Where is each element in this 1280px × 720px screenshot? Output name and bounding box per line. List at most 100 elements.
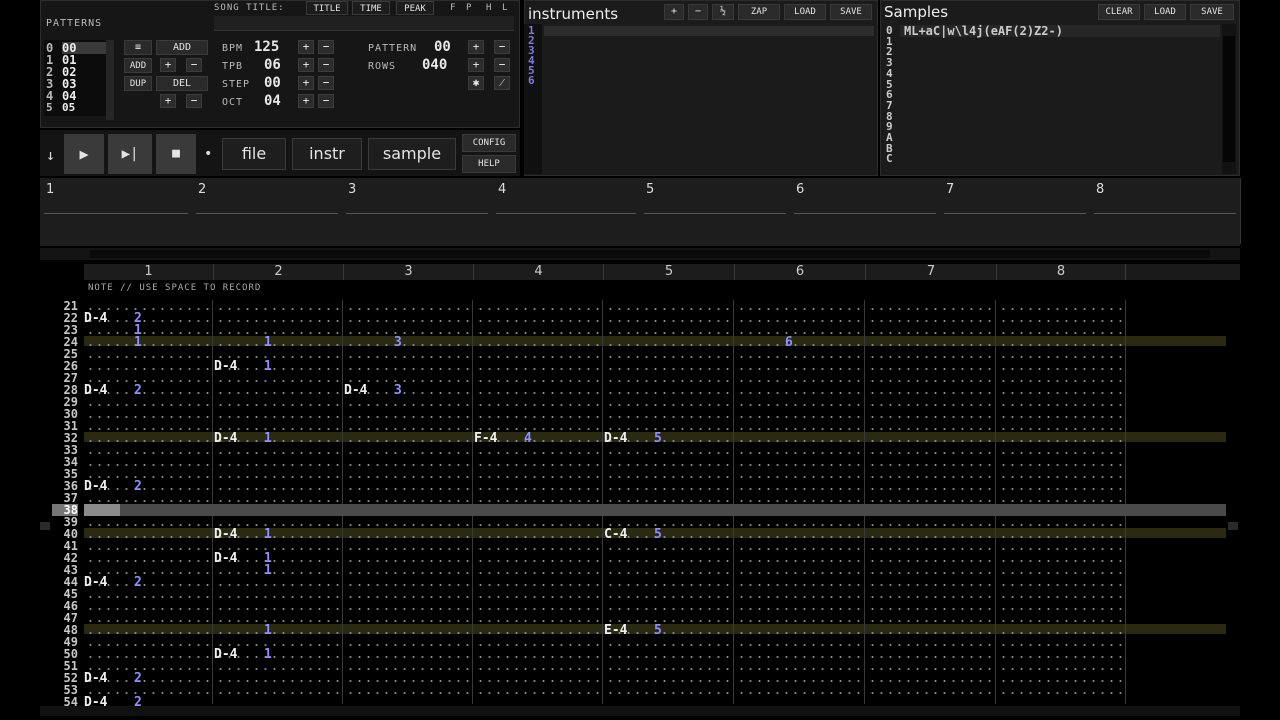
editor-bottom-scrollbar[interactable] [40, 706, 1240, 716]
follow-arrow-icon[interactable]: ↓ [46, 146, 55, 164]
tpb-minus[interactable]: − [318, 58, 334, 72]
pattern-num-minus[interactable]: − [494, 40, 510, 54]
note-cell[interactable]: D-4 [84, 576, 107, 589]
track-lane-7[interactable]: 7 [940, 178, 1091, 244]
column-header-6[interactable]: 6 [735, 264, 866, 280]
note-cell[interactable]: E-4 [604, 624, 627, 637]
note-cell[interactable]: D-4 [214, 360, 237, 373]
pattern-order-minus-button[interactable]: − [186, 94, 202, 108]
pattern-item[interactable]: 05 [62, 102, 106, 114]
column-header-3[interactable]: 3 [344, 264, 474, 280]
note-cell[interactable]: D-4 [214, 648, 237, 661]
note-cell[interactable]: D-4 [214, 552, 237, 565]
note-cell[interactable]: D-4 [84, 312, 107, 325]
pattern-channel-3[interactable] [344, 300, 472, 704]
editor-scroll-right-icon[interactable] [1228, 522, 1238, 530]
note-cell[interactable]: D-4 [604, 432, 627, 445]
pattern-channel-7[interactable] [866, 300, 994, 704]
track-lane-4[interactable]: 4 [492, 178, 641, 244]
samples-save-button[interactable]: SAVE [1190, 4, 1234, 20]
note-cell[interactable]: D-4 [84, 384, 107, 397]
editor-scroll-left-icon[interactable] [40, 522, 50, 530]
stop-button[interactable]: ■ [156, 134, 196, 174]
column-header-1[interactable]: 1 [84, 264, 214, 280]
pattern-add-button[interactable]: ADD [156, 40, 208, 55]
note-cell[interactable]: F-4 [474, 432, 497, 445]
instrument-add-button[interactable]: + [664, 4, 684, 20]
instrument-cell[interactable]: 1 [264, 360, 272, 373]
instrument-selected-row[interactable] [544, 26, 874, 36]
pattern-channel-1[interactable] [84, 300, 212, 704]
pattern-channel-8[interactable] [997, 300, 1123, 704]
pattern-minus-button[interactable]: − [186, 58, 202, 72]
horizontal-scroll-thumb[interactable] [90, 250, 1210, 258]
samples-clear-button[interactable]: CLEAR [1098, 4, 1140, 20]
bpm-minus[interactable]: − [318, 40, 334, 54]
sample-name[interactable]: ML+aC|w\l4j(eAF(2)Z2-) [904, 24, 1063, 38]
pattern-plus-button[interactable]: + [160, 58, 176, 72]
note-cell[interactable]: D-4 [344, 384, 367, 397]
rows-minus[interactable]: − [494, 58, 510, 72]
flag-p[interactable]: P [466, 3, 472, 13]
rows-plus[interactable]: + [468, 58, 484, 72]
instrument-cell[interactable]: 4 [524, 432, 532, 445]
note-cell[interactable]: D-4 [84, 672, 107, 685]
instrument-cell[interactable]: 5 [654, 624, 662, 637]
track-lane-1[interactable]: 1 [40, 178, 193, 244]
instrument-cell[interactable]: 1 [264, 564, 272, 577]
oct-minus[interactable]: − [318, 94, 334, 108]
note-cell[interactable]: D-4 [84, 480, 107, 493]
pattern-order-plus-button[interactable]: + [160, 94, 176, 108]
sample-button[interactable]: sample [368, 138, 456, 170]
column-header-8[interactable]: 8 [997, 264, 1126, 280]
star-button[interactable]: ✱ [468, 76, 484, 90]
track-lane-5[interactable]: 5 [640, 178, 791, 244]
track-lane-2[interactable]: 2 [192, 178, 343, 244]
note-cell[interactable]: D-4 [214, 528, 237, 541]
track-lane-6[interactable]: 6 [790, 178, 941, 244]
track-lane-8[interactable]: 8 [1090, 178, 1241, 244]
instrument-cell[interactable]: 2 [134, 576, 142, 589]
instrument-cell[interactable]: 2 [134, 384, 142, 397]
oct-plus[interactable]: + [298, 94, 314, 108]
pattern-list-scrollbar[interactable] [106, 40, 114, 120]
song-tab-peak[interactable]: PEAK [396, 1, 434, 15]
song-tab-time[interactable]: TIME [352, 1, 390, 15]
column-header-2[interactable]: 2 [214, 264, 344, 280]
instrument-zap-button[interactable]: ZAP [738, 4, 780, 20]
cursor-cell[interactable] [84, 504, 120, 516]
slash-button[interactable]: ⁄ [494, 76, 510, 90]
flag-h[interactable]: H [486, 3, 492, 13]
pattern-add-new-button[interactable]: ADD [124, 58, 152, 73]
instr-button[interactable]: instr [292, 138, 362, 170]
column-header-5[interactable]: 5 [604, 264, 735, 280]
pattern-channel-4[interactable] [474, 300, 602, 704]
instrument-cell[interactable]: 5 [654, 432, 662, 445]
pattern-del-button[interactable]: DEL [156, 76, 208, 91]
instrument-cell[interactable]: 1 [264, 648, 272, 661]
instrument-cell[interactable]: 1 [264, 336, 272, 349]
instrument-cell[interactable]: 1 [264, 432, 272, 445]
pattern-menu-button[interactable]: ≡ [124, 40, 152, 55]
flag-f[interactable]: F [450, 3, 456, 13]
instrument-cell[interactable]: 3 [394, 336, 402, 349]
instrument-cell[interactable]: 1 [134, 336, 142, 349]
samples-scroll-thumb[interactable] [1223, 36, 1235, 162]
track-lane-3[interactable]: 3 [342, 178, 493, 244]
sample-number[interactable]: C [886, 154, 893, 165]
instrument-load-button[interactable]: LOAD [784, 4, 826, 20]
play-button[interactable]: ▶ [64, 134, 104, 174]
instrument-cell[interactable]: 1 [264, 624, 272, 637]
instrument-cell[interactable]: 2 [134, 672, 142, 685]
pattern-channel-5[interactable] [604, 300, 732, 704]
help-button[interactable]: HELP [462, 155, 516, 173]
instrument-half-button[interactable]: ½ [712, 4, 734, 20]
tpb-plus[interactable]: + [298, 58, 314, 72]
play-pattern-button[interactable]: ▶| [108, 134, 152, 174]
song-tab-title[interactable]: TITLE [306, 1, 348, 15]
pattern-channel-6[interactable] [735, 300, 863, 704]
step-plus[interactable]: + [298, 76, 314, 90]
pattern-dup-button[interactable]: DUP [124, 76, 152, 91]
instrument-cell[interactable]: 1 [264, 528, 272, 541]
instrument-cell[interactable]: 6 [785, 336, 793, 349]
